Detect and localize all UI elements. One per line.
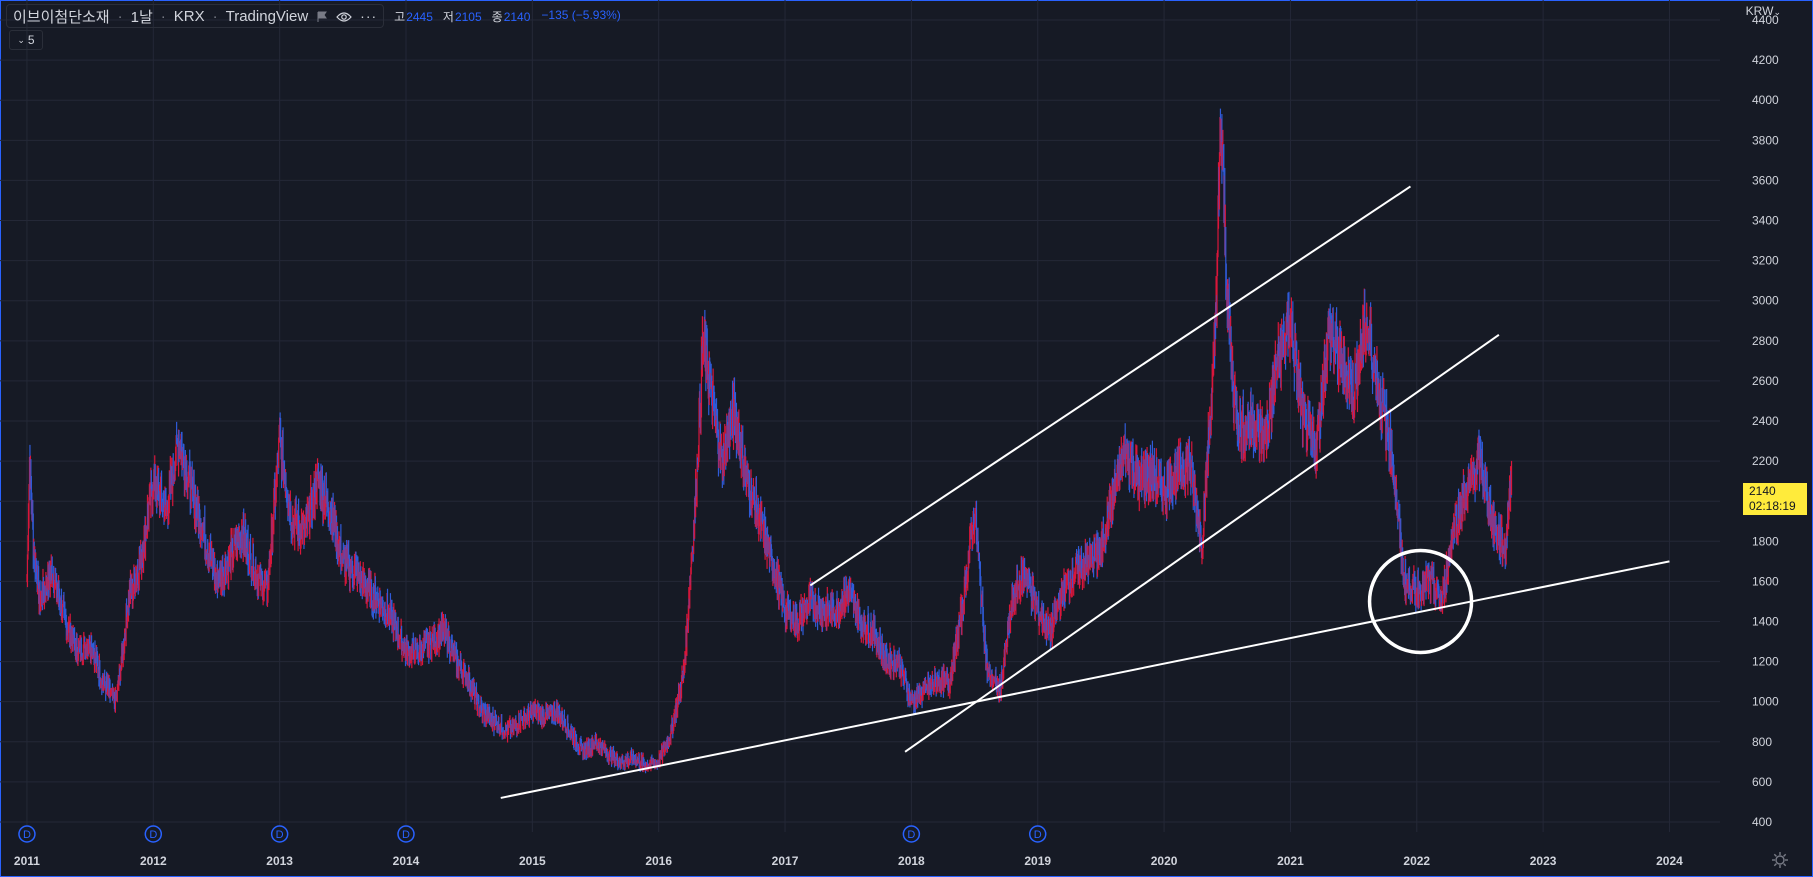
y-tick-label: 600 [1752,775,1772,789]
time-axis[interactable]: 2011 2012 2013 2014 2015 2016 2017 2018 2019 2020… [14,854,1683,868]
y-tick-label: 1600 [1752,574,1779,588]
close-label: 종 [491,9,503,24]
y-tick-label: 3000 [1752,294,1779,308]
dividend-icon[interactable]: D [1028,825,1047,843]
eye-icon[interactable] [336,10,352,22]
currency-selector[interactable]: KRW⌄ [1746,4,1781,18]
last-price-tag: 2140 02:18:19 [1743,483,1807,515]
y-tick-label: 2600 [1752,374,1779,388]
y-tick-label: 1200 [1752,655,1779,669]
exchange-label: KRX [173,7,205,25]
high-value: 2445 [406,9,433,24]
dividend-marker-letter: D [276,829,284,841]
y-tick-label: 3600 [1752,173,1779,187]
dividend-icon[interactable]: D [18,825,36,843]
y-tick-label: 1000 [1752,695,1779,709]
y-tick-label: 2200 [1752,454,1779,468]
gear-icon[interactable] [1771,851,1789,869]
chevron-down-icon: ⌄ [1773,7,1781,17]
dividend-icon[interactable]: D [144,825,163,843]
x-tick-label: 2020 [1151,854,1178,868]
price-series [26,108,1513,774]
last-price-value: 2140 [1749,484,1776,498]
ohlc-values: 고2445 저2105 종2140 −135 (−5.93%) [394,8,621,25]
y-tick-label: 3200 [1752,254,1779,268]
source-label: TradingView [225,7,309,25]
y-tick-label: 4200 [1752,53,1779,67]
dividend-marker-letter: D [23,829,31,841]
y-tick-label: 800 [1752,735,1772,749]
y-tick-label: 2400 [1752,414,1779,428]
x-tick-label: 2014 [393,854,420,868]
y-tick-label: 3800 [1752,133,1779,147]
close-value: 2140 [503,9,531,24]
dividend-marker-letter: D [907,829,915,841]
price-axis[interactable]: 4006008001000120014001600180020002200240… [1752,13,1779,829]
x-tick-label: 2016 [645,854,672,868]
trend-line[interactable] [809,185,1412,587]
separator-dot: · [160,7,166,25]
separator-dot: · [117,7,123,25]
x-tick-label: 2015 [519,854,546,868]
symbol-title-box[interactable]: 이브이첨단소재 · 1날 · KRX · TradingView ··· [6,4,385,28]
indicators-toggle-button[interactable]: ⌄ 5 [9,30,43,50]
low-value: 2105 [454,9,482,24]
x-tick-label: 2011 [14,854,40,868]
change-value: −135 (−5.93%) [541,7,621,22]
y-tick-label: 1400 [1752,614,1779,628]
indicator-count: 5 [27,33,35,47]
price-chart[interactable]: 4006008001000120014001600180020002200240… [0,0,1813,877]
dividend-marker-letter: D [149,829,157,841]
y-tick-label: 3400 [1752,214,1779,228]
x-tick-label: 2021 [1277,854,1304,868]
low-label: 저 [442,9,454,24]
dividend-marker-letter: D [1034,829,1042,841]
y-tick-label: 2800 [1752,334,1779,348]
chevron-down-icon: ⌄ [17,34,25,45]
x-tick-label: 2012 [140,854,167,868]
more-icon[interactable]: ··· [360,8,377,24]
dividend-icon[interactable]: D [397,825,415,843]
x-tick-label: 2019 [1024,854,1051,868]
y-tick-label: 400 [1752,815,1772,829]
symbol-legend: 이브이첨단소재 · 1날 · KRX · TradingView ··· 고24… [6,4,621,28]
trend-line[interactable] [904,333,1500,753]
y-tick-label: 4000 [1752,93,1779,107]
x-tick-label: 2024 [1656,854,1683,868]
y-tick-label: 1800 [1752,534,1779,548]
x-tick-label: 2023 [1530,854,1557,868]
dividend-icon[interactable]: D [902,825,921,843]
separator-dot: · [212,7,218,25]
high-label: 고 [394,9,406,24]
currency-label: KRW [1745,4,1774,18]
interval-label[interactable]: 1날 [131,6,153,27]
x-tick-label: 2013 [266,854,293,868]
trend-line[interactable] [500,560,1670,799]
dividend-marker-letter: D [402,829,410,841]
flag-icon[interactable] [316,10,328,22]
x-tick-label: 2018 [898,854,925,868]
dividend-icon[interactable]: D [270,825,289,843]
chart-grid [0,0,1720,832]
symbol-name[interactable]: 이브이첨단소재 [13,6,110,27]
bar-countdown: 02:18:19 [1749,499,1796,513]
x-tick-label: 2022 [1403,854,1430,868]
x-tick-label: 2017 [772,854,799,868]
